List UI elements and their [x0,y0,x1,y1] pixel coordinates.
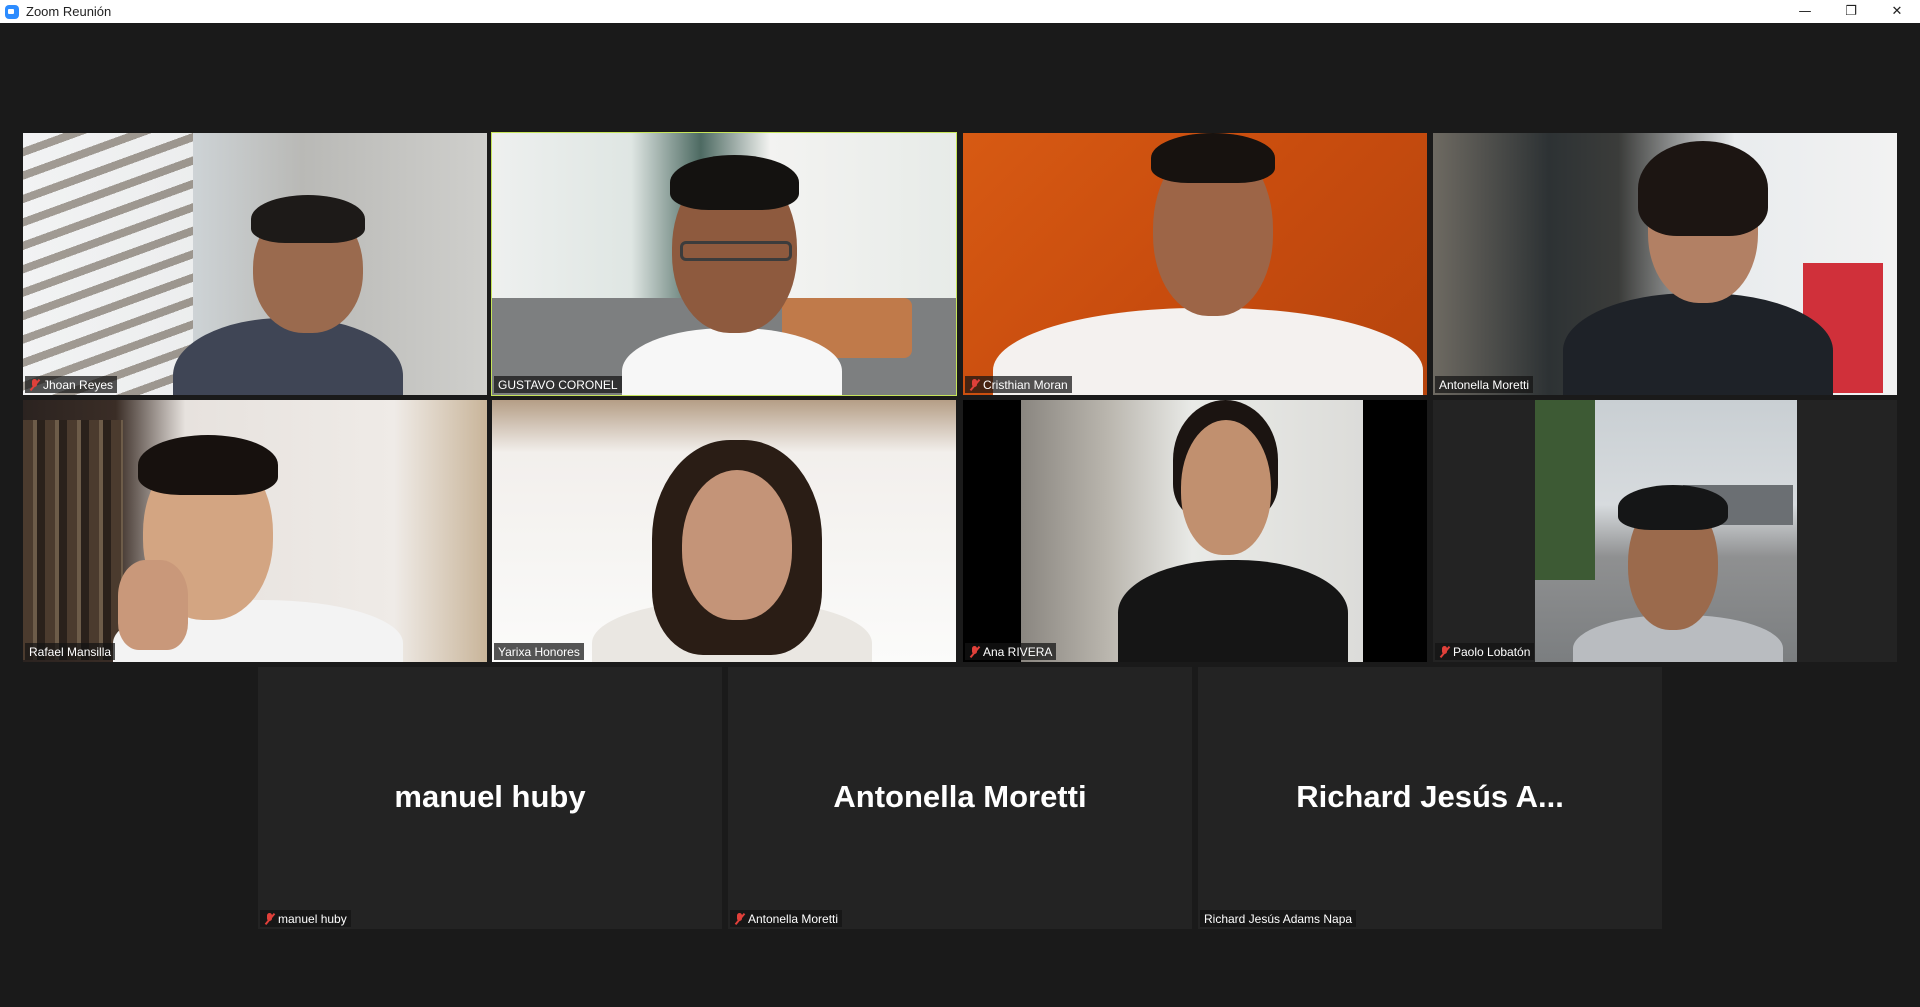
video-tile-antonella-moretti[interactable]: Antonella Moretti [1433,133,1897,395]
muted-mic-icon [29,378,40,391]
participant-name: Yarixa Honores [498,644,580,659]
muted-mic-icon [1439,645,1450,658]
participant-name-tag: Richard Jesús Adams Napa [1200,910,1357,927]
minimize-button[interactable]: — [1782,0,1828,23]
participant-name: Cristhian Moran [983,377,1068,392]
restore-button[interactable]: ❐ [1828,0,1874,23]
participant-name: Paolo Lobatón [1453,644,1531,659]
participant-video [23,400,487,662]
tile-richard-jesus-adams-napa[interactable]: Richard Jesús A... Richard Jesús Adams N… [1198,667,1662,929]
gallery-view: Jhoan Reyes GUSTAVO CORONEL Cristhian Mo… [0,23,1920,1007]
participant-name-tag: Antonella Moretti [1435,376,1534,393]
video-tile-gustavo-coronel[interactable]: GUSTAVO CORONEL [491,132,957,396]
participant-video [963,400,1427,662]
participant-name: Ana RIVERA [983,644,1053,659]
participant-name-tag: Ana RIVERA [965,643,1057,660]
participant-name-tag: Antonella Moretti [730,910,843,927]
participant-display-name: manuel huby [394,779,586,814]
participant-name-tag: Yarixa Honores [494,643,584,660]
participant-name: Jhoan Reyes [43,377,114,392]
video-tile-yarixa-honores[interactable]: Yarixa Honores [492,400,956,662]
video-tile-paolo-lobaton[interactable]: Paolo Lobatón [1433,400,1897,662]
participant-name-tag: manuel huby [260,910,351,927]
participant-name-tag: Paolo Lobatón [1435,643,1535,660]
participant-name-tag: Jhoan Reyes [25,376,118,393]
participant-video [963,133,1427,395]
video-tile-rafael-mansilla[interactable]: Rafael Mansilla [23,400,487,662]
tile-manuel-huby[interactable]: manuel huby manuel huby [258,667,722,929]
participant-video [1433,133,1897,395]
window-controls: — ❐ ✕ [1782,0,1920,23]
participant-name-tag: Cristhian Moran [965,376,1072,393]
muted-mic-icon [734,912,745,925]
participant-name: Rafael Mansilla [29,644,112,659]
participant-name: Richard Jesús Adams Napa [1204,911,1353,926]
participant-display-name: Antonella Moretti [833,779,1087,814]
window-title: Zoom Reunión [26,4,112,19]
muted-mic-icon [264,912,275,925]
participant-video [1433,400,1897,662]
video-tile-ana-rivera[interactable]: Ana RIVERA [963,400,1427,662]
participant-name-tag: Rafael Mansilla [25,643,116,660]
muted-mic-icon [969,645,980,658]
close-button[interactable]: ✕ [1874,0,1920,23]
muted-mic-icon [969,378,980,391]
participant-name: Antonella Moretti [748,911,839,926]
tile-antonella-moretti-audio[interactable]: Antonella Moretti Antonella Moretti [728,667,1192,929]
video-tile-jhoan-reyes[interactable]: Jhoan Reyes [23,133,487,395]
participant-display-name: Richard Jesús A... [1296,779,1564,814]
participant-name: Antonella Moretti [1439,377,1530,392]
participant-video [492,133,956,395]
participant-name-tag: GUSTAVO CORONEL [494,376,622,393]
zoom-app-icon [5,4,19,19]
participant-video [492,400,956,662]
participant-name: manuel huby [278,911,347,926]
participant-video [23,133,487,395]
title-bar: Zoom Reunión — ❐ ✕ [0,0,1920,23]
video-tile-cristhian-moran[interactable]: Cristhian Moran [963,133,1427,395]
participant-name: GUSTAVO CORONEL [498,377,618,392]
